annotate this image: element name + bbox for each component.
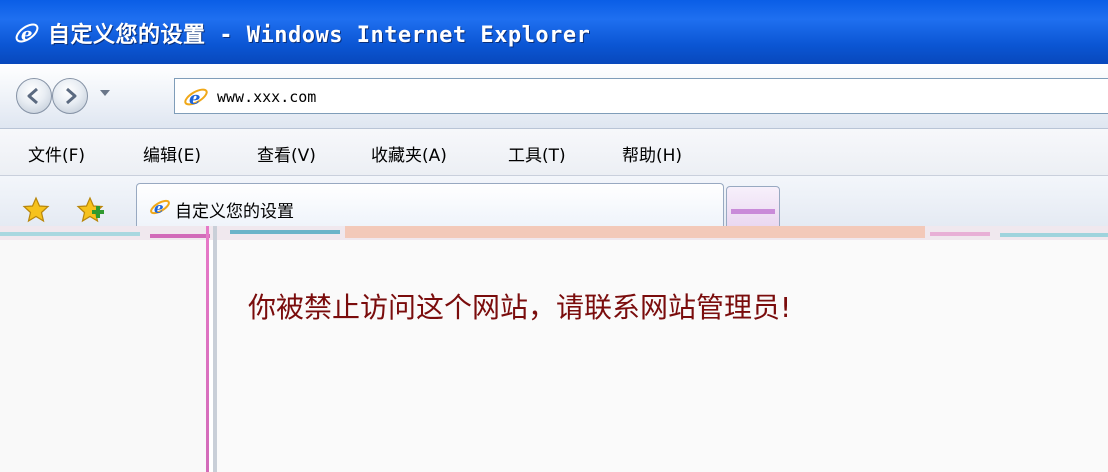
- address-field[interactable]: e www.xxx.com: [174, 78, 1108, 114]
- frame-divider-accent: [206, 226, 209, 472]
- tab-current-page[interactable]: e 自定义您的设置: [136, 183, 724, 229]
- artifact-segment: [1000, 233, 1108, 237]
- left-panel: [0, 240, 206, 472]
- arrow-left-icon: [27, 87, 38, 105]
- ie-page-icon: e: [150, 199, 170, 217]
- artifact-segment: [345, 226, 925, 238]
- menu-item-tools[interactable]: 工具(T): [508, 141, 566, 166]
- rendering-artifact-band: [0, 226, 1108, 240]
- new-tab-button[interactable]: [726, 186, 780, 226]
- artifact-segment: [0, 232, 140, 236]
- menu-item-edit[interactable]: 编辑(E): [143, 141, 201, 166]
- artifact-segment: [230, 230, 340, 234]
- menu-item-file[interactable]: 文件(F): [28, 141, 85, 166]
- window-title: 自定义您的设置 - Windows Internet Explorer: [48, 23, 591, 48]
- svg-text:e: e: [154, 199, 164, 217]
- back-button[interactable]: [16, 78, 52, 114]
- svg-text:e: e: [189, 88, 200, 109]
- new-tab-indicator: [731, 209, 775, 214]
- artifact-segment: [930, 232, 990, 236]
- favorites-star-icon[interactable]: [22, 196, 50, 224]
- arrow-right-icon: [66, 87, 77, 105]
- menu-item-favorites[interactable]: 收藏夹(A): [371, 141, 447, 166]
- title-bar: e 自定义您的设置 - Windows Internet Explorer: [0, 0, 1108, 64]
- page-content: [217, 240, 1108, 472]
- ie-logo-icon: e: [15, 23, 39, 45]
- menu-item-view[interactable]: 查看(V): [257, 141, 316, 166]
- svg-text:e: e: [21, 24, 32, 45]
- add-favorite-icon[interactable]: [76, 196, 106, 224]
- tab-label: 自定义您的设置: [175, 202, 294, 222]
- ie-page-icon: e: [184, 88, 208, 109]
- blocked-message: 你被禁止访问这个网站，请联系网站管理员!: [248, 291, 792, 324]
- forward-button[interactable]: [52, 78, 88, 114]
- menu-bar: 文件(F) 编辑(E) 查看(V) 收藏夹(A) 工具(T) 帮助(H): [0, 129, 1108, 176]
- history-dropdown-icon[interactable]: [100, 90, 110, 96]
- address-text: www.xxx.com: [217, 88, 317, 106]
- menu-item-help[interactable]: 帮助(H): [622, 141, 682, 166]
- artifact-segment: [150, 234, 210, 238]
